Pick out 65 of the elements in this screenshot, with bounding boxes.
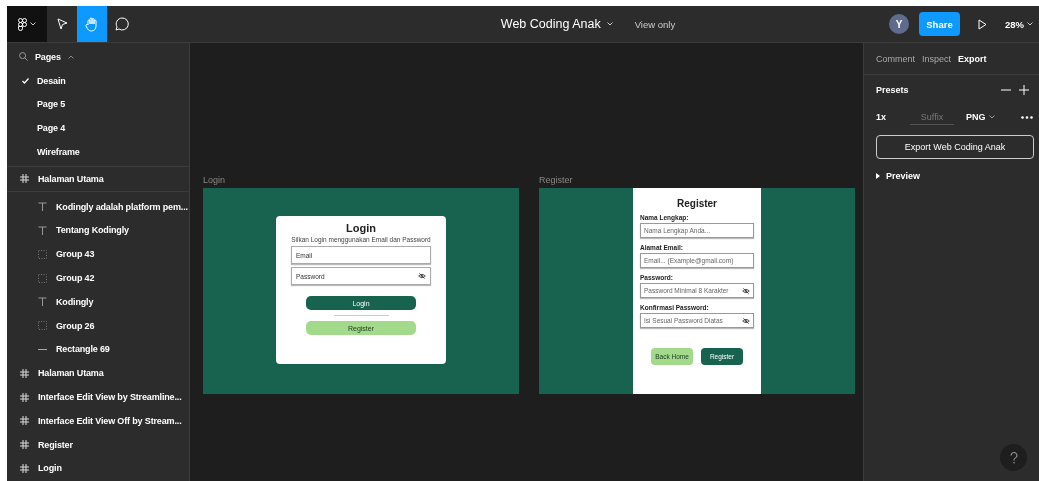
frame-label[interactable]: Login	[203, 175, 226, 185]
zoom-menu[interactable]: 28%	[1005, 18, 1033, 30]
layer-item[interactable]: Group 26	[7, 313, 189, 338]
eye-slash-icon[interactable]	[418, 272, 426, 280]
caret-icon[interactable]	[67, 54, 74, 59]
layer-item[interactable]: Tentang Kodingly	[7, 218, 189, 243]
caret-icon	[1027, 22, 1033, 26]
comment-icon	[115, 17, 129, 31]
presets-label: Presets	[876, 85, 910, 95]
layer-item[interactable]: Kodingly adalah platform pem...	[7, 194, 189, 219]
text-icon	[38, 202, 47, 212]
layer-item[interactable]: Interface Edit View Off by Stream...	[7, 408, 189, 433]
hand-icon	[85, 16, 99, 32]
layer-item[interactable]: Interface Edit View by Streamline...	[7, 385, 189, 409]
layer-item[interactable]: Rectangle 69	[7, 337, 189, 362]
scale-value[interactable]: 1x	[876, 112, 910, 122]
logo-icon	[18, 17, 27, 31]
layer-item[interactable]: Halaman Utama	[7, 167, 189, 191]
suffix-field[interactable]: Suffix	[910, 109, 954, 125]
layer-item[interactable]: Register	[7, 432, 189, 457]
frame-icon	[20, 440, 29, 450]
layer-item[interactable]: Group 43	[7, 242, 189, 267]
main-menu-button[interactable]	[7, 6, 47, 42]
cursor-icon	[56, 18, 68, 30]
layer-item[interactable]: Halaman Utama	[7, 361, 189, 386]
group-icon	[38, 249, 47, 259]
layer-item[interactable]: Login	[7, 456, 189, 481]
layer-item[interactable]: Group 42	[7, 266, 189, 290]
panel-tab[interactable]: Comment	[876, 53, 915, 64]
layer-item[interactable]: Kodingly	[7, 289, 189, 314]
frame-icon	[20, 392, 29, 402]
format-dropdown[interactable]: PNG	[966, 112, 995, 122]
more-icon[interactable]	[1021, 115, 1033, 119]
caret-icon	[606, 22, 613, 26]
avatar[interactable]: Y	[889, 14, 909, 34]
group-icon	[38, 321, 47, 331]
file-title[interactable]: Web Coding Anak	[500, 17, 613, 31]
login-title: Login	[346, 222, 376, 234]
triangle-icon	[876, 173, 880, 179]
panel-tab[interactable]: Inspect	[922, 53, 952, 64]
group-icon	[38, 273, 47, 283]
frame-icon	[20, 174, 29, 184]
frame-icon	[20, 368, 29, 378]
export-button[interactable]: Export Web Coding Anak	[876, 135, 1034, 159]
help-icon[interactable]	[1000, 444, 1027, 471]
eye-slash-icon[interactable]	[742, 286, 750, 295]
preview-toggle[interactable]: Preview	[864, 159, 933, 193]
frame-icon	[20, 416, 29, 426]
search-icon[interactable]	[19, 52, 28, 62]
caret-icon	[988, 115, 995, 119]
page-item[interactable]: Wireframe	[7, 140, 189, 164]
frame-icon	[20, 463, 29, 473]
panel-tab[interactable]: Export	[958, 53, 987, 64]
pages-header[interactable]: Pages	[35, 51, 61, 62]
frame-label[interactable]: Register	[539, 175, 573, 185]
page-item[interactable]: Page 4	[7, 116, 189, 141]
page-item[interactable]: Desain	[7, 68, 189, 93]
text-icon	[38, 297, 47, 307]
page-item[interactable]: Page 5	[7, 92, 189, 117]
eye-slash-icon[interactable]	[742, 316, 750, 325]
register-title: Register	[676, 198, 718, 209]
text-icon	[38, 225, 47, 235]
view-mode-label: View only	[634, 18, 676, 30]
caret-icon	[30, 22, 36, 26]
play-icon[interactable]	[978, 18, 987, 30]
